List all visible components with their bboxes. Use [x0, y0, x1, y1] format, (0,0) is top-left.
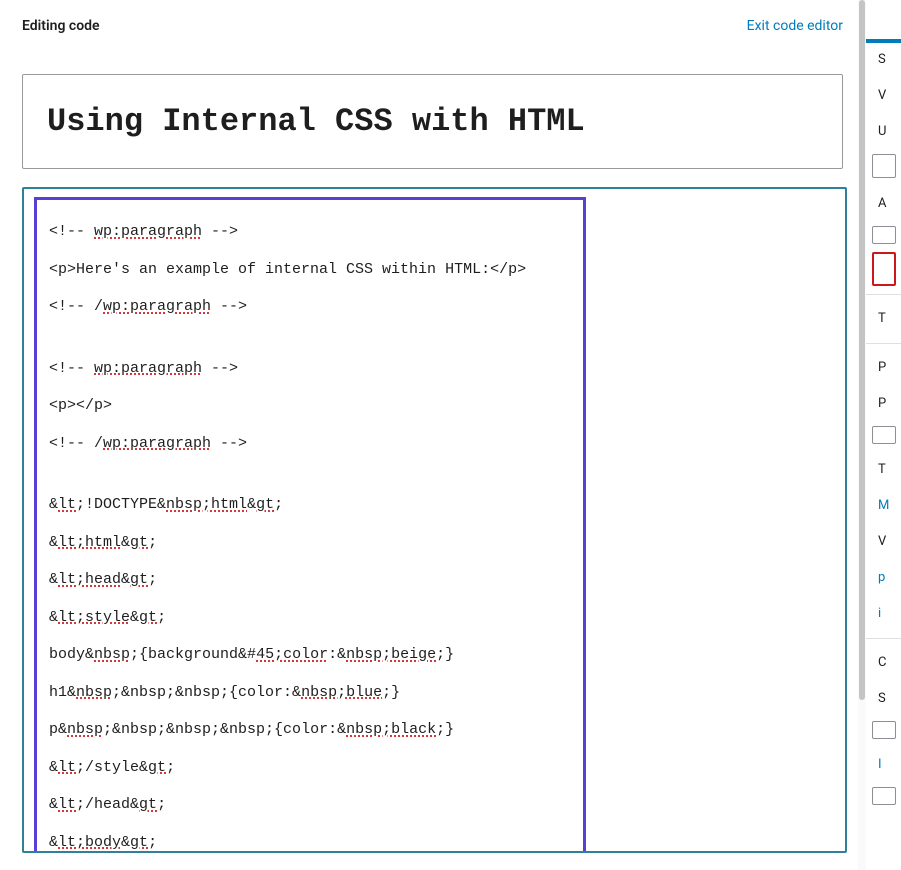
- sidebar-item[interactable]: S: [866, 42, 901, 78]
- code-content: <!-- wp:paragraph --> <p>Here's an exampl…: [49, 222, 571, 852]
- settings-sidebar: S V U A T P P T M V p i C S I: [865, 0, 901, 870]
- code-line: <p>Here's an example of internal CSS wit…: [49, 260, 571, 280]
- sidebar-divider: [866, 638, 901, 639]
- sidebar-item[interactable]: P: [866, 386, 901, 422]
- sidebar-box[interactable]: [872, 426, 896, 444]
- exit-code-editor-link[interactable]: Exit code editor: [747, 18, 843, 34]
- sidebar-divider: [866, 343, 901, 344]
- code-line: body&nbsp;{background&#45;color:&nbsp;be…: [49, 645, 571, 665]
- code-editor-textarea[interactable]: <!-- wp:paragraph --> <p>Here's an exampl…: [22, 187, 847, 853]
- code-line: h1&nbsp;&nbsp;&nbsp;{color:&nbsp;blue;}: [49, 683, 571, 703]
- editor-header: Editing code Exit code editor: [0, 18, 865, 34]
- code-line: &lt;head&gt;: [49, 570, 571, 590]
- sidebar-box[interactable]: [872, 787, 896, 805]
- code-line: <!-- wp:paragraph -->: [49, 359, 571, 379]
- code-line: <!-- wp:paragraph -->: [49, 222, 571, 242]
- code-line: &lt;!DOCTYPE&nbsp;html&gt;: [49, 495, 571, 515]
- sidebar-item[interactable]: I: [866, 747, 901, 783]
- sidebar-tab-post[interactable]: [866, 0, 901, 42]
- sidebar-box[interactable]: [872, 226, 896, 244]
- sidebar-item[interactable]: T: [866, 452, 901, 488]
- sidebar-box-alert[interactable]: [872, 252, 896, 286]
- code-line: &lt;/style&gt;: [49, 758, 571, 778]
- sidebar-item[interactable]: P: [866, 350, 901, 386]
- sidebar-item[interactable]: M: [866, 488, 901, 524]
- post-title-text: Using Internal CSS with HTML: [47, 103, 818, 140]
- sidebar-item[interactable]: U: [866, 114, 901, 150]
- post-title-field[interactable]: Using Internal CSS with HTML: [22, 74, 843, 169]
- sidebar-item[interactable]: V: [866, 524, 901, 560]
- sidebar-item[interactable]: p: [866, 560, 901, 596]
- code-line: <p></p>: [49, 396, 571, 416]
- code-line: <!-- /wp:paragraph -->: [49, 297, 571, 317]
- code-line: &lt;body&gt;: [49, 833, 571, 853]
- code-highlight-overlay: <!-- wp:paragraph --> <p>Here's an exampl…: [34, 197, 586, 853]
- sidebar-item[interactable]: C: [866, 645, 901, 681]
- code-line: &lt;html&gt;: [49, 533, 571, 553]
- code-line: &lt;/head&gt;: [49, 795, 571, 815]
- editing-code-label: Editing code: [22, 18, 100, 34]
- sidebar-item[interactable]: A: [866, 186, 901, 222]
- editor-area: Editing code Exit code editor Using Inte…: [0, 0, 865, 870]
- sidebar-box[interactable]: [872, 154, 896, 178]
- scrollbar-thumb[interactable]: [859, 0, 865, 700]
- code-line: p&nbsp;&nbsp;&nbsp;&nbsp;{color:&nbsp;bl…: [49, 720, 571, 740]
- editor-scrollbar[interactable]: [858, 0, 866, 870]
- sidebar-item[interactable]: i: [866, 596, 901, 632]
- sidebar-box[interactable]: [872, 721, 896, 739]
- code-line: <!-- /wp:paragraph -->: [49, 434, 571, 454]
- sidebar-item[interactable]: V: [866, 78, 901, 114]
- sidebar-item[interactable]: S: [866, 681, 901, 717]
- sidebar-divider: [866, 294, 901, 295]
- sidebar-item[interactable]: T: [866, 301, 901, 337]
- sidebar-tab-indicator: [866, 39, 901, 43]
- code-line: &lt;style&gt;: [49, 608, 571, 628]
